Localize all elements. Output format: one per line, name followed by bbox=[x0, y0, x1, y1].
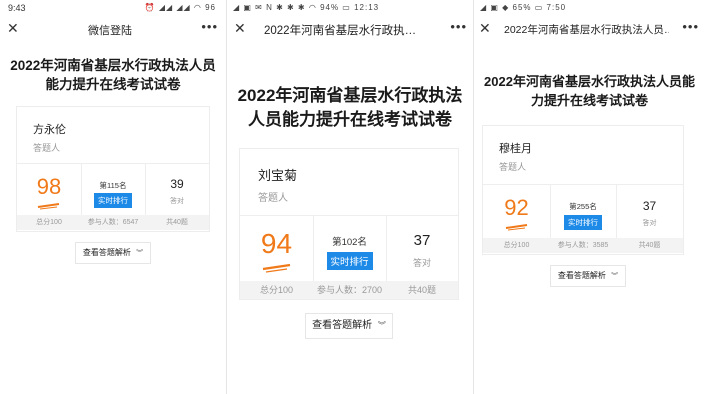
chevron-down-icon: ︾ bbox=[136, 250, 144, 257]
card-footer: 总分100 参与人数：6547 共40题 bbox=[17, 215, 209, 230]
rank-value: 第115名 bbox=[99, 181, 127, 190]
score-cell: 94 bbox=[240, 216, 314, 282]
participant-role: 答题人 bbox=[499, 162, 527, 172]
view-analysis-button[interactable]: 查看答题解析 ︾ bbox=[550, 265, 626, 287]
correct-cell: 39 答对 bbox=[145, 164, 209, 216]
correct-cell: 37 答对 bbox=[386, 216, 458, 282]
correct-cell: 37 答对 bbox=[616, 185, 683, 239]
exam-title: 2022年河南省基层水行政执法人员能力提升在线考试试卷 bbox=[237, 86, 463, 129]
status-icons: ⏰ ◢◢ ◢◢ ◠ 96 bbox=[144, 3, 216, 12]
participant-count: 参与人数：3585 bbox=[557, 242, 609, 249]
card-footer: 总分100 参与人数：3585 共40题 bbox=[483, 238, 683, 253]
card-footer: 总分100 参与人数：2700 共40题 bbox=[240, 281, 458, 299]
phone-screen-3: ◢ ▣ ◆ 65% ▭ 7:50 ✕ 2022年河南省基层水行政执法人员… ••… bbox=[474, 0, 705, 394]
rank-cell: 第102名 实时排行 bbox=[313, 216, 387, 282]
view-analysis-label: 查看答题解析 bbox=[312, 320, 373, 331]
phone-screen-2: ◢ ▣ ✉ N ✱ ✱ ✱ ◠ 94% ▭ 12:13 ✕ 2022年河南省基层… bbox=[227, 0, 473, 394]
view-analysis-button[interactable]: 查看答题解析 ︾ bbox=[75, 242, 151, 264]
rank-value: 第102名 bbox=[332, 237, 367, 248]
participant-role: 答题人 bbox=[258, 193, 288, 204]
correct-count: 39 bbox=[170, 177, 184, 191]
score-cell: 92 bbox=[483, 185, 551, 239]
score-underline-icon bbox=[262, 263, 290, 273]
rank-cell: 第255名 实时排行 bbox=[550, 185, 617, 239]
chevron-down-icon: ︾ bbox=[377, 321, 386, 330]
result-card: 方永伦 答题人 98 第115名 实时排行 39 答对 总分100 参与人数：6… bbox=[16, 106, 210, 232]
title-bar: ✕ 2022年河南省基层水行政执法人员… ••• bbox=[474, 16, 705, 42]
stats-row: 92 第255名 实时排行 37 答对 bbox=[483, 184, 683, 239]
score-cell: 98 bbox=[17, 164, 82, 216]
chevron-down-icon: ︾ bbox=[611, 273, 619, 280]
status-bar: ◢ ▣ ◆ 65% ▭ 7:50 bbox=[474, 0, 705, 16]
question-count: 共40题 bbox=[638, 242, 661, 249]
view-analysis-label: 查看答题解析 bbox=[557, 271, 606, 280]
participant-name: 穆桂月 bbox=[499, 143, 532, 155]
view-analysis-label: 查看答题解析 bbox=[82, 248, 131, 257]
total-score: 总分100 bbox=[503, 242, 530, 249]
score-value: 92 bbox=[504, 195, 529, 220]
score-underline-icon bbox=[37, 203, 60, 210]
stats-row: 98 第115名 实时排行 39 答对 bbox=[17, 163, 209, 216]
result-card: 穆桂月 答题人 92 第255名 实时排行 37 答对 总分100 参与人数：3… bbox=[482, 125, 684, 255]
participant-name: 刘宝菊 bbox=[258, 168, 298, 183]
question-count: 共40题 bbox=[166, 219, 188, 226]
close-icon[interactable]: ✕ bbox=[234, 20, 246, 37]
more-icon[interactable]: ••• bbox=[201, 19, 218, 34]
status-bar: 9:43 ⏰ ◢◢ ◢◢ ◠ 96 bbox=[0, 0, 226, 16]
correct-count: 37 bbox=[642, 199, 657, 213]
rank-cell: 第115名 实时排行 bbox=[81, 164, 146, 216]
close-icon[interactable]: ✕ bbox=[479, 20, 491, 37]
more-icon[interactable]: ••• bbox=[682, 19, 699, 34]
title-bar: ✕ 微信登陆 ••• bbox=[0, 16, 226, 42]
page-title: 2022年河南省基层水行政执法人员… bbox=[504, 24, 669, 36]
correct-label: 答对 bbox=[170, 198, 184, 205]
close-icon[interactable]: ✕ bbox=[7, 20, 19, 37]
score-underline-icon bbox=[505, 224, 527, 231]
correct-count: 37 bbox=[413, 232, 431, 249]
correct-label: 答对 bbox=[642, 220, 657, 227]
realtime-rank-button[interactable]: 实时排行 bbox=[326, 252, 373, 270]
participant-count: 参与人数：6547 bbox=[87, 219, 139, 226]
stats-row: 94 第102名 实时排行 37 答对 bbox=[240, 215, 458, 282]
status-icons: ◢ ▣ ◆ 65% ▭ 7:50 bbox=[480, 3, 567, 12]
result-card: 刘宝菊 答题人 94 第102名 实时排行 37 答对 总分100 参与人数：2… bbox=[239, 148, 459, 300]
rank-value: 第255名 bbox=[569, 202, 597, 211]
exam-title: 2022年河南省基层水行政执法人员能力提升在线考试试卷 bbox=[484, 74, 695, 108]
realtime-rank-button[interactable]: 实时排行 bbox=[564, 215, 602, 230]
status-icons: ◢ ▣ ✉ N ✱ ✱ ✱ ◠ 94% ▭ 12:13 bbox=[233, 3, 380, 12]
title-bar: ✕ 2022年河南省基层水行政执… ••• bbox=[227, 16, 473, 42]
phone-screen-1: 9:43 ⏰ ◢◢ ◢◢ ◠ 96 ✕ 微信登陆 ••• 2022年河南省基层水… bbox=[0, 0, 226, 394]
status-time: 9:43 bbox=[8, 3, 26, 13]
correct-label: 答对 bbox=[412, 258, 431, 268]
question-count: 共40题 bbox=[407, 285, 436, 295]
page-title: 微信登陆 bbox=[88, 25, 132, 37]
page-title: 2022年河南省基层水行政执… bbox=[264, 25, 417, 37]
view-analysis-button[interactable]: 查看答题解析 ︾ bbox=[305, 313, 393, 339]
status-bar: ◢ ▣ ✉ N ✱ ✱ ✱ ◠ 94% ▭ 12:13 bbox=[227, 0, 473, 16]
participant-count: 参与人数：2700 bbox=[316, 285, 383, 295]
realtime-rank-button[interactable]: 实时排行 bbox=[94, 193, 132, 208]
participant-role: 答题人 bbox=[33, 143, 61, 153]
score-value: 98 bbox=[36, 174, 62, 199]
score-value: 94 bbox=[260, 228, 293, 259]
total-score: 总分100 bbox=[36, 219, 62, 226]
more-icon[interactable]: ••• bbox=[450, 19, 467, 34]
participant-name: 方永伦 bbox=[33, 124, 66, 136]
exam-title: 2022年河南省基层水行政执法人员能力提升在线考试试卷 bbox=[10, 58, 216, 92]
total-score: 总分100 bbox=[259, 285, 294, 295]
